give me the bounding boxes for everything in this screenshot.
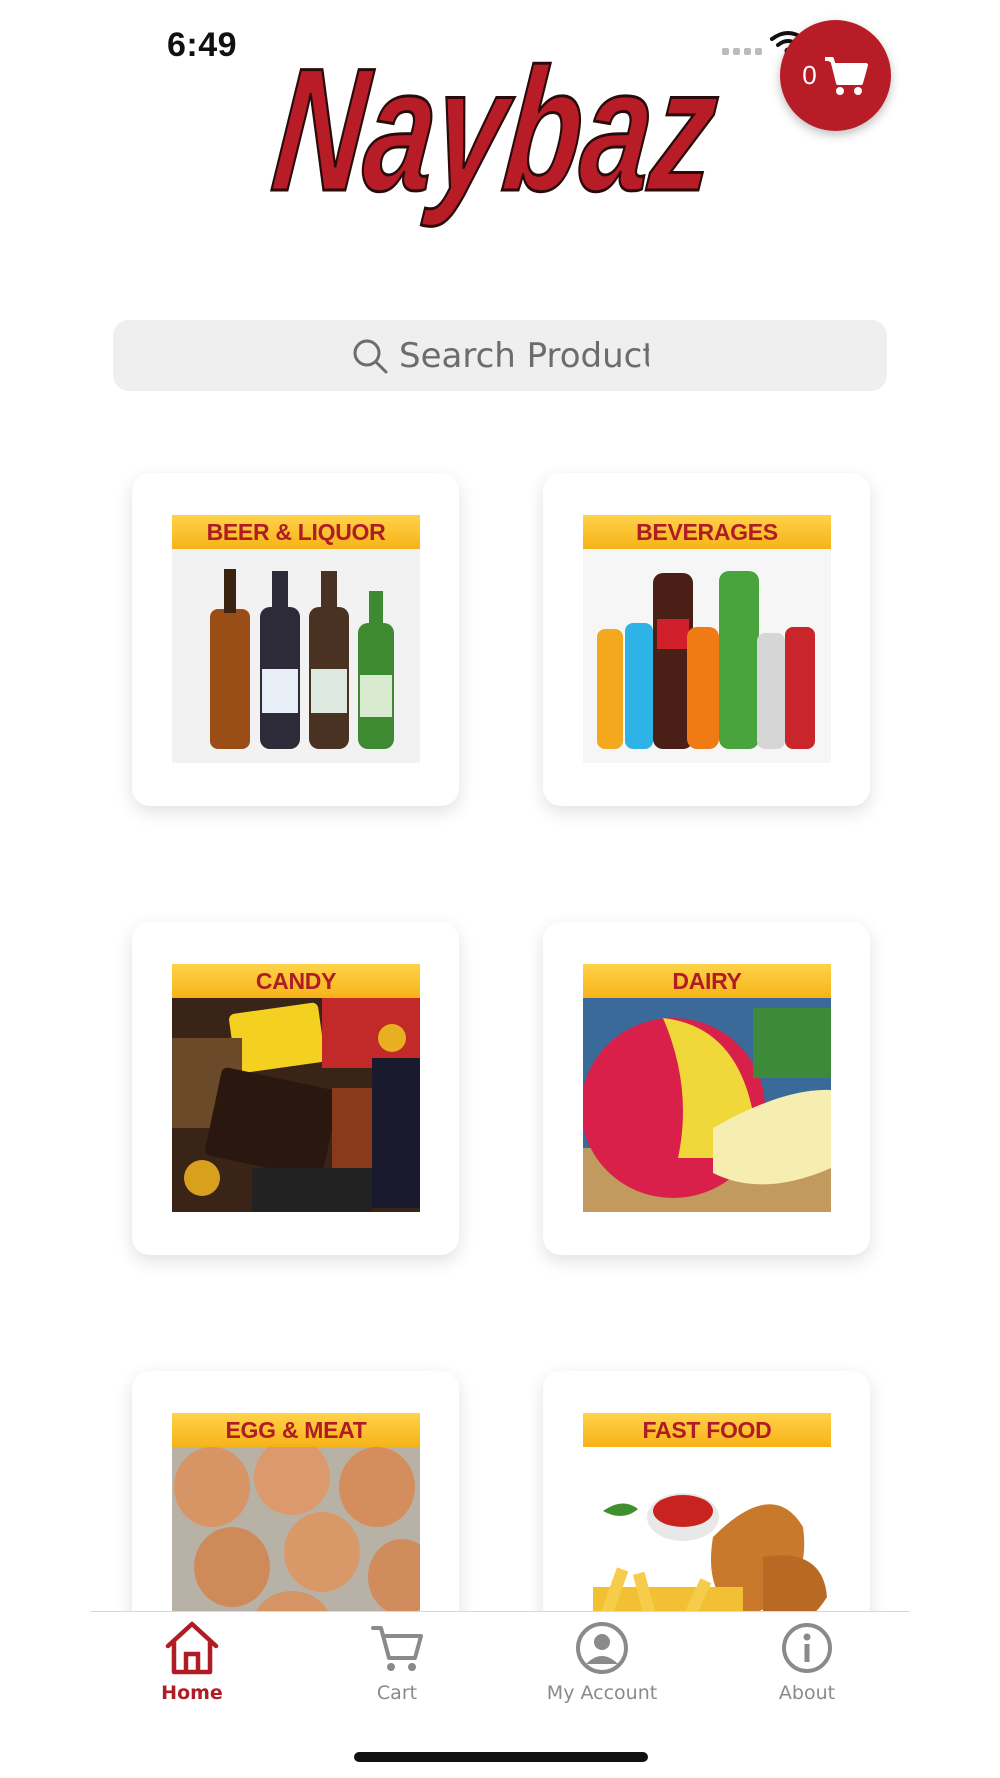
search-icon	[353, 339, 388, 373]
tab-my-account[interactable]: My Account	[512, 1620, 692, 1704]
svg-text:Naybaz: Naybaz	[270, 40, 726, 228]
home-icon	[165, 1621, 219, 1675]
tab-cart[interactable]: Cart	[307, 1620, 487, 1704]
cart-icon	[824, 56, 868, 95]
beer-liquor-image	[172, 549, 420, 763]
category-label: FAST FOOD	[583, 1413, 831, 1447]
category-label: BEER & LIQUOR	[172, 515, 420, 549]
cart-icon	[371, 1626, 423, 1671]
account-icon	[576, 1622, 628, 1674]
category-label: CANDY	[172, 964, 420, 998]
tab-about-label: About	[778, 1682, 836, 1704]
category-card-beer-liquor[interactable]: BEER & LIQUOR	[132, 473, 459, 806]
tab-my-account-label: My Account	[546, 1682, 658, 1704]
category-card-candy[interactable]: CANDY	[132, 922, 459, 1255]
candy-image	[172, 998, 420, 1212]
tab-about[interactable]: About	[717, 1620, 897, 1704]
status-time: 6:49	[167, 26, 238, 64]
cart-fab-button[interactable]: 0	[780, 20, 891, 131]
tab-cart-label: Cart	[376, 1682, 418, 1704]
tab-home-label: Home	[161, 1682, 223, 1704]
tab-home[interactable]: Home	[102, 1620, 282, 1704]
beverages-image	[583, 549, 831, 763]
home-indicator[interactable]	[354, 1752, 648, 1762]
dairy-image	[583, 998, 831, 1212]
category-label: DAIRY	[583, 964, 831, 998]
category-label: BEVERAGES	[583, 515, 831, 549]
search-input[interactable]	[399, 335, 649, 376]
category-card-dairy[interactable]: DAIRY	[543, 922, 870, 1255]
naybaz-logo: Naybaz	[270, 40, 727, 229]
category-card-beverages[interactable]: BEVERAGES	[543, 473, 870, 806]
category-label: EGG & MEAT	[172, 1413, 420, 1447]
info-icon	[782, 1623, 832, 1673]
cart-count-badge: 0	[802, 60, 817, 90]
search-bar[interactable]	[113, 320, 887, 391]
